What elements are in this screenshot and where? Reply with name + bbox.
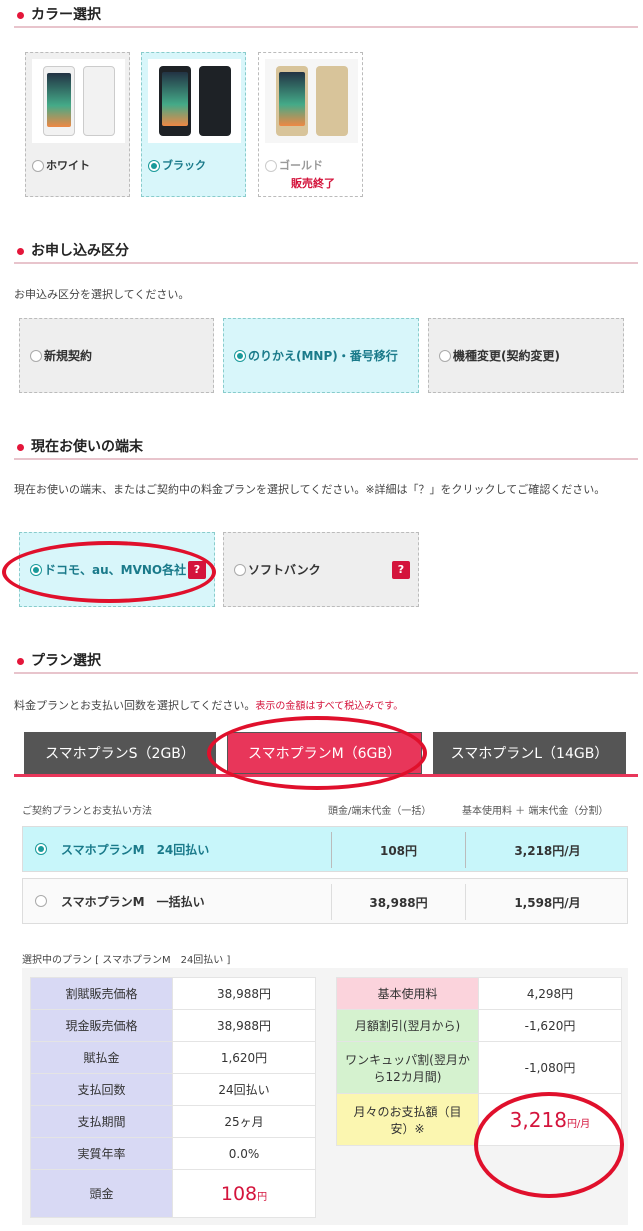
- sold-out-note: 販売終了: [291, 177, 335, 190]
- color-label: ゴールド: [279, 159, 323, 172]
- radio-icon[interactable]: [439, 349, 451, 362]
- radio-icon[interactable]: [234, 349, 246, 362]
- plan-upfront: 108円: [331, 832, 465, 868]
- color-option-gold: ゴールド 販売終了: [258, 52, 363, 197]
- plan-description: 料金プランとお支払い回数を選択してください。表示の金額はすべて税込みです。: [14, 699, 404, 712]
- radio-icon: [265, 160, 277, 172]
- header-monthly: 基本使用料 ＋ 端末代金（分割）: [462, 806, 609, 817]
- section-title-device: 現在お使いの端末: [14, 438, 638, 460]
- apply-option-mnp[interactable]: のりかえ(MNP)・番号移行: [223, 318, 419, 393]
- plan-row-lump[interactable]: スマホプランM 一括払い 38,988円 1,598円/月: [22, 878, 628, 924]
- color-option-black[interactable]: ブラック: [141, 52, 246, 197]
- apply-description: お申込み区分を選択してください。: [14, 288, 190, 301]
- selected-plan-caption: 選択中のプラン [ スマホプランM 24回払い ]: [22, 955, 231, 966]
- tab-plan-s[interactable]: スマホプランS（2GB）: [24, 732, 216, 774]
- radio-icon[interactable]: [234, 563, 246, 576]
- table-row: 賦払金 1,620円: [30, 1041, 316, 1074]
- table-row: 現金販売価格 38,988円: [30, 1009, 316, 1042]
- tab-plan-l[interactable]: スマホプランL（14GB）: [433, 732, 626, 774]
- radio-icon[interactable]: [35, 843, 47, 855]
- table-row: 実質年率 0.0%: [30, 1137, 316, 1170]
- table-row: 割賦販売価格 38,988円: [30, 977, 316, 1010]
- section-title-plan: プラン選択: [14, 652, 638, 674]
- plan-row-24[interactable]: スマホプランM 24回払い 108円 3,218円/月: [22, 826, 628, 872]
- table-row: ワンキュッパ割(翌月から12カ月間) -1,080円: [336, 1041, 622, 1094]
- header-method: ご契約プランとお支払い方法: [22, 806, 152, 817]
- phone-image-gold: [265, 59, 358, 143]
- annotation-circle-tab: [207, 716, 427, 790]
- radio-icon[interactable]: [32, 160, 44, 172]
- color-option-white[interactable]: ホワイト: [25, 52, 130, 197]
- header-upfront: 頭金/端末代金（一括）: [328, 806, 432, 817]
- device-description: 現在お使いの端末、またはご契約中の料金プランを選択してください。※詳細は「？」を…: [14, 483, 606, 496]
- annotation-circle-payment: [474, 1092, 624, 1198]
- annotation-circle-device: [2, 541, 216, 603]
- help-icon[interactable]: ?: [392, 561, 410, 579]
- color-label: ホワイト: [46, 159, 90, 172]
- plan-monthly: 3,218円/月: [465, 832, 629, 868]
- section-title-color: カラー選択: [14, 6, 638, 28]
- color-label: ブラック: [162, 159, 206, 172]
- apply-option-new[interactable]: 新規契約: [19, 318, 214, 393]
- device-option-softbank[interactable]: ソフトバンク ?: [223, 532, 419, 607]
- phone-image-black: [148, 59, 241, 143]
- plan-name: スマホプランM 24回払い: [61, 842, 210, 857]
- price-breakdown-table: 割賦販売価格 38,988円 現金販売価格 38,988円 賦払金 1,620円 支払…: [30, 977, 316, 1218]
- radio-icon[interactable]: [35, 895, 47, 907]
- section-title-apply: お申し込み区分: [14, 242, 638, 264]
- radio-icon[interactable]: [148, 160, 160, 172]
- apply-option-change[interactable]: 機種変更(契約変更): [428, 318, 624, 393]
- table-row: 支払期間 25ヶ月: [30, 1105, 316, 1138]
- plan-name: スマホプランM 一括払い: [61, 894, 205, 909]
- phone-image-white: [32, 59, 125, 143]
- tax-note: 表示の金額はすべて税込みです。: [255, 701, 404, 712]
- plan-upfront: 38,988円: [331, 884, 465, 920]
- table-row: 基本使用料 4,298円: [336, 977, 622, 1010]
- radio-icon[interactable]: [30, 349, 42, 362]
- plan-monthly: 1,598円/月: [465, 884, 629, 920]
- down-payment-value: 108: [220, 1182, 258, 1205]
- table-row: 支払回数 24回払い: [30, 1073, 316, 1106]
- table-row: 頭金 108円: [30, 1169, 316, 1218]
- table-row: 月額割引(翌月から) -1,620円: [336, 1009, 622, 1042]
